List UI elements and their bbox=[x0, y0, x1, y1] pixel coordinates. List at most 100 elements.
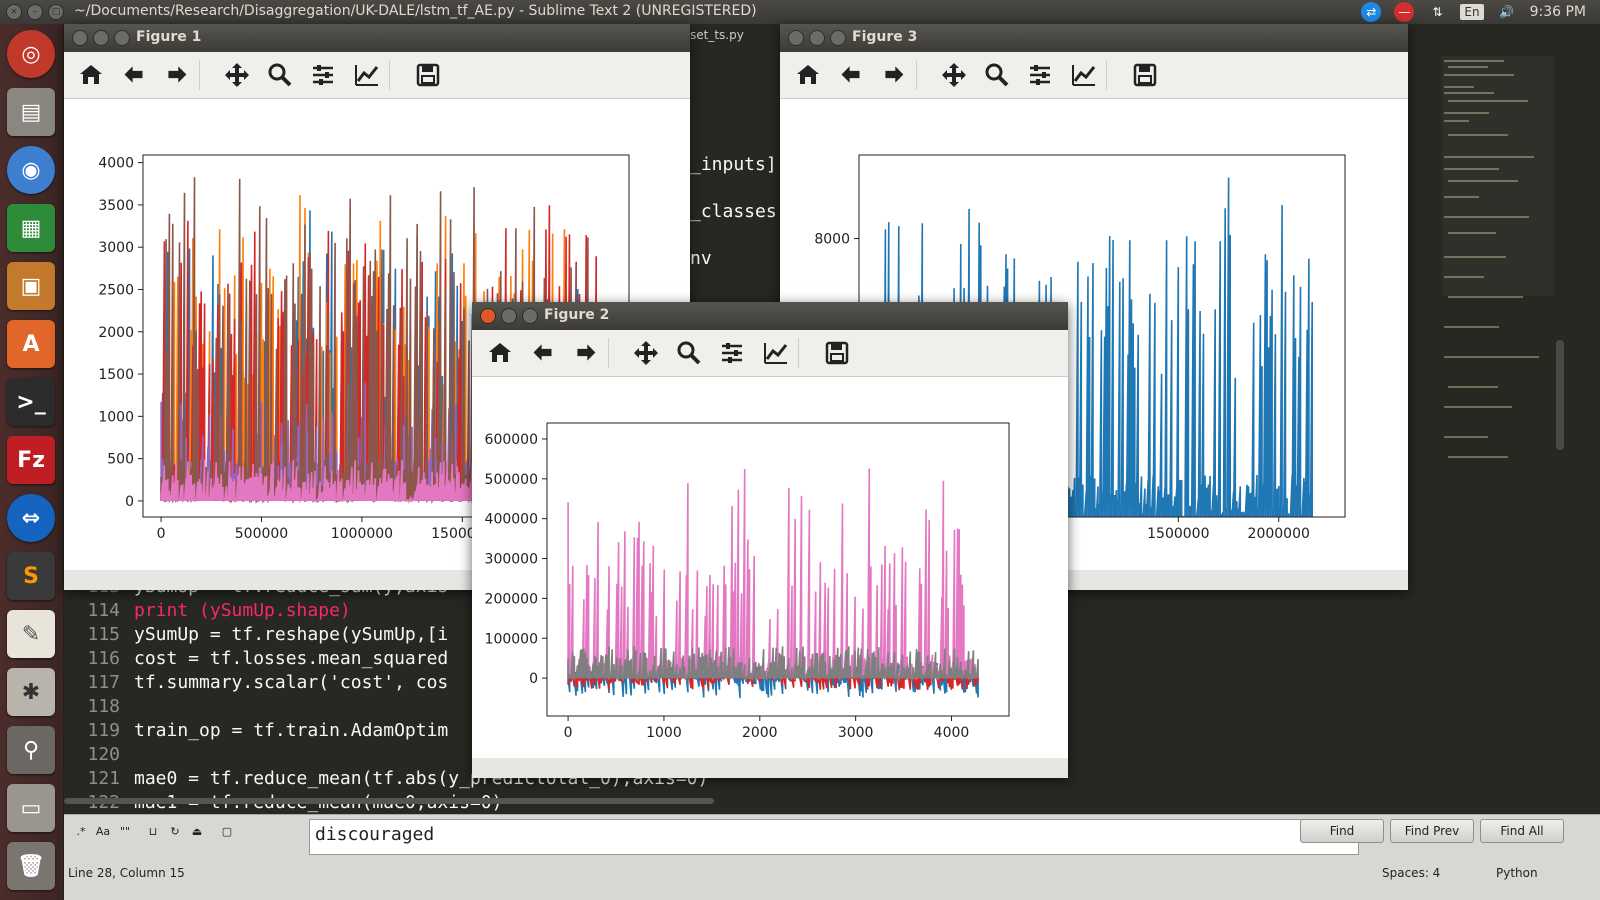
ubuntu-dash-icon[interactable]: ◎ bbox=[7, 30, 55, 78]
y-tick-label: 100000 bbox=[485, 631, 538, 647]
zoom-icon[interactable] bbox=[266, 62, 294, 88]
home-icon[interactable] bbox=[486, 340, 514, 366]
back-icon[interactable] bbox=[837, 62, 865, 88]
figure-2-window[interactable]: Figure 2 0 100000 200000 300000 400000 500000… bbox=[472, 302, 1068, 778]
text-editor-icon[interactable]: ✎ bbox=[7, 610, 55, 658]
minimize-icon[interactable] bbox=[93, 30, 109, 46]
status-area bbox=[472, 758, 1068, 778]
find-input[interactable]: discouraged bbox=[309, 819, 1359, 855]
horizontal-scrollbar[interactable] bbox=[64, 798, 714, 804]
syntax-selector[interactable]: Python bbox=[1496, 866, 1538, 880]
reverse-direction-icon[interactable]: ⊔ bbox=[142, 821, 164, 841]
pan-icon[interactable] bbox=[223, 62, 251, 88]
removable-drive-icon[interactable]: ▭ bbox=[7, 784, 55, 832]
save-icon[interactable] bbox=[823, 340, 851, 366]
y-tick-label: 1000 bbox=[98, 409, 134, 425]
terminal-icon[interactable]: >_ bbox=[7, 378, 55, 426]
maximize-icon[interactable] bbox=[522, 308, 538, 324]
x-tick-label: 0 bbox=[157, 526, 166, 542]
minimize-window-icon[interactable]: – bbox=[27, 4, 43, 20]
wrap-icon[interactable]: ↻ bbox=[164, 821, 186, 841]
case-sensitive-toggle[interactable]: Aa bbox=[92, 821, 114, 841]
editor-scrollbar[interactable] bbox=[1556, 340, 1564, 450]
usb-creator-icon[interactable]: ⚲ bbox=[7, 726, 55, 774]
edit-axes-icon[interactable] bbox=[1070, 62, 1098, 88]
forward-icon[interactable] bbox=[880, 62, 908, 88]
in-selection-icon[interactable]: ⏏ bbox=[186, 821, 208, 841]
x-tick-label: 2000 bbox=[742, 725, 778, 741]
figure-title: Figure 3 bbox=[852, 29, 918, 45]
minimize-icon[interactable] bbox=[501, 308, 517, 324]
save-icon[interactable] bbox=[1131, 62, 1159, 88]
forward-icon[interactable] bbox=[572, 340, 600, 366]
keyboard-layout-indicator[interactable]: En bbox=[1460, 4, 1484, 20]
launcher: ◎ ▤ ◉ ▦ ▣ A >_ Fz ⇔ S ✎ ✱ ⚲ ▭ 🗑 bbox=[0, 24, 64, 900]
subplots-icon[interactable] bbox=[309, 62, 337, 88]
teamviewer-icon[interactable]: ⇔ bbox=[7, 494, 55, 542]
zoom-icon[interactable] bbox=[983, 62, 1011, 88]
system-tray: ⇄ — ⇅ En 🔊 9:36 PM bbox=[1361, 0, 1600, 24]
zoom-icon[interactable] bbox=[675, 340, 703, 366]
trash-icon[interactable]: 🗑 bbox=[7, 842, 55, 890]
files-icon[interactable]: ▤ bbox=[7, 88, 55, 136]
sublime-text-icon[interactable]: S bbox=[7, 552, 55, 600]
software-center-icon[interactable]: A bbox=[7, 320, 55, 368]
code-fragment: _inputs] bbox=[690, 154, 777, 175]
find-all-button[interactable]: Find All bbox=[1480, 819, 1564, 843]
series-line bbox=[567, 646, 979, 683]
subplots-icon[interactable] bbox=[718, 340, 746, 366]
maximize-icon[interactable] bbox=[114, 30, 130, 46]
highlight-matches-icon[interactable]: ▢ bbox=[216, 821, 238, 841]
teamviewer-tray-icon[interactable]: ⇄ bbox=[1361, 2, 1382, 22]
back-icon[interactable] bbox=[529, 340, 557, 366]
figure-title: Figure 2 bbox=[544, 307, 610, 323]
network-disabled-icon[interactable]: — bbox=[1394, 2, 1415, 22]
find-panel: .* Aa "" ⊔ ↻ ⏏ ▢ discouraged Find Find P… bbox=[64, 814, 1600, 861]
figure-2-plot[interactable]: 0 100000 200000 300000 400000 500000 600000 0 10… bbox=[472, 376, 1068, 758]
spreadsheet-icon[interactable]: ▦ bbox=[7, 204, 55, 252]
y-tick-label: 500 bbox=[107, 452, 134, 468]
x-tick-label: 1500000 bbox=[1147, 526, 1209, 542]
save-icon[interactable] bbox=[414, 62, 442, 88]
pan-icon[interactable] bbox=[632, 340, 660, 366]
home-icon[interactable] bbox=[794, 62, 822, 88]
close-icon[interactable] bbox=[72, 30, 88, 46]
forward-icon[interactable] bbox=[163, 62, 191, 88]
pan-icon[interactable] bbox=[940, 62, 968, 88]
figure-2-titlebar[interactable]: Figure 2 bbox=[472, 302, 1068, 330]
clock[interactable]: 9:36 PM bbox=[1530, 4, 1586, 20]
figure-1-titlebar[interactable]: Figure 1 bbox=[64, 24, 690, 52]
indentation-setting[interactable]: Spaces: 4 bbox=[1382, 866, 1440, 880]
find-prev-button[interactable]: Find Prev bbox=[1390, 819, 1474, 843]
subplots-icon[interactable] bbox=[1026, 62, 1054, 88]
figure-3-titlebar[interactable]: Figure 3 bbox=[780, 24, 1408, 52]
filezilla-icon[interactable]: Fz bbox=[7, 436, 55, 484]
minimap[interactable] bbox=[1442, 56, 1554, 476]
network-transfer-icon[interactable]: ⇅ bbox=[1427, 2, 1447, 22]
y-tick-label: 3000 bbox=[98, 240, 134, 256]
chromium-icon[interactable]: ◉ bbox=[7, 146, 55, 194]
maximize-icon[interactable] bbox=[830, 30, 846, 46]
toolbar-separator bbox=[608, 338, 609, 368]
home-icon[interactable] bbox=[77, 62, 105, 88]
code-line: 118 bbox=[87, 696, 120, 717]
maximize-window-icon[interactable]: □ bbox=[48, 4, 64, 20]
status-bar: Line 28, Column 15 Spaces: 4 Python bbox=[64, 860, 1600, 900]
tweak-tool-icon[interactable]: ✱ bbox=[7, 668, 55, 716]
toolbar-separator bbox=[389, 60, 390, 90]
whole-word-toggle[interactable]: "" bbox=[114, 821, 136, 841]
presentation-icon[interactable]: ▣ bbox=[7, 262, 55, 310]
back-icon[interactable] bbox=[120, 62, 148, 88]
volume-icon[interactable]: 🔊 bbox=[1497, 2, 1517, 22]
regex-toggle[interactable]: .* bbox=[70, 821, 92, 841]
editor-tab-label[interactable]: set_ts.py bbox=[690, 28, 744, 42]
close-icon[interactable] bbox=[480, 308, 496, 324]
edit-axes-icon[interactable] bbox=[353, 62, 381, 88]
y-tick-label: 1500 bbox=[98, 367, 134, 383]
close-window-icon[interactable]: × bbox=[6, 4, 22, 20]
edit-axes-icon[interactable] bbox=[762, 340, 790, 366]
minimize-icon[interactable] bbox=[809, 30, 825, 46]
y-tick-label: 300000 bbox=[485, 552, 538, 568]
find-button[interactable]: Find bbox=[1300, 819, 1384, 843]
close-icon[interactable] bbox=[788, 30, 804, 46]
